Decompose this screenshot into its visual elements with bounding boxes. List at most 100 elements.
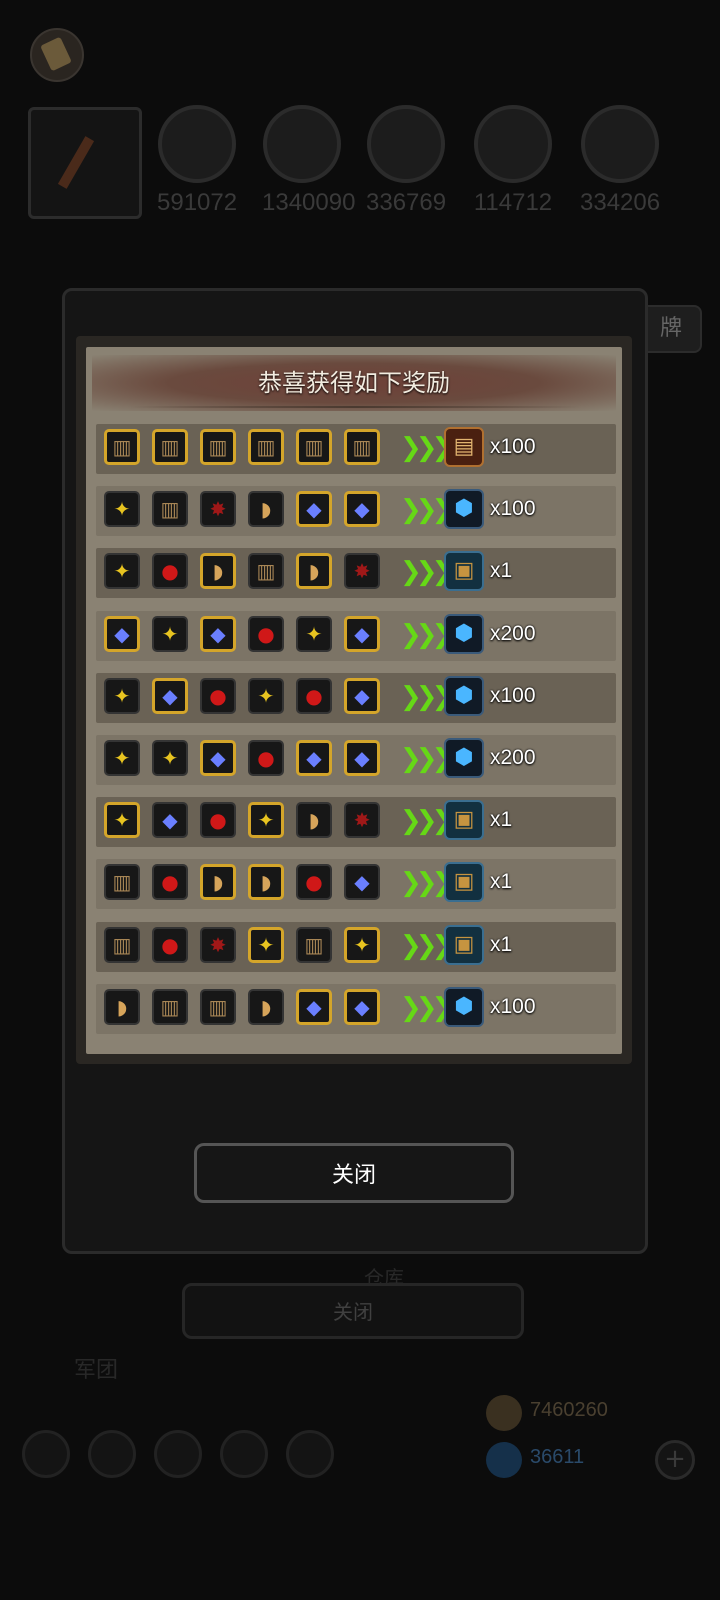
ore-icon: ✦ xyxy=(161,621,179,646)
scroll-reward-slot[interactable]: ▤ xyxy=(444,427,484,467)
ore-slot[interactable]: ✦ xyxy=(104,491,140,528)
ruby-slot[interactable]: ✸ xyxy=(344,802,380,839)
barrel-slot[interactable]: ▥ xyxy=(152,988,188,1025)
barrel-slot[interactable]: ▥ xyxy=(104,429,140,465)
group-label: 军团 xyxy=(74,1358,119,1383)
gem-slot[interactable]: ◆ xyxy=(344,740,380,776)
blood-slot[interactable]: ● xyxy=(248,615,284,652)
ore-slot[interactable]: ✦ xyxy=(152,740,188,776)
crystal-reward-slot[interactable]: ⬢ xyxy=(444,613,484,654)
ore-slot[interactable]: ✦ xyxy=(344,926,380,963)
gem-icon: ◆ xyxy=(354,994,370,1019)
bread-slot[interactable]: ◗ xyxy=(104,988,140,1025)
reward-row: ◗ ▥ ▥ ◗ ◆ ◆ ❯❯❯ ⬢ x100 xyxy=(96,983,616,1034)
ore-slot[interactable]: ✦ xyxy=(248,926,284,963)
scroll-icon[interactable] xyxy=(30,28,84,82)
reward-quantity: x100 xyxy=(490,497,536,521)
gem-slot[interactable]: ◆ xyxy=(344,864,380,901)
bread-slot[interactable]: ◗ xyxy=(200,553,236,590)
resource-count: 114712 xyxy=(473,189,553,216)
barrel-icon: ▥ xyxy=(256,435,276,459)
gem-slot[interactable]: ◆ xyxy=(200,615,236,652)
chevron-right-icon: ❯❯❯ xyxy=(400,681,453,712)
mail-icon[interactable] xyxy=(220,1430,268,1478)
bread-slot[interactable]: ◗ xyxy=(296,553,332,590)
gem-slot[interactable]: ◆ xyxy=(296,740,332,776)
gem-slot[interactable]: ◆ xyxy=(200,740,236,776)
bread-slot[interactable]: ◗ xyxy=(248,491,284,528)
blood-slot[interactable]: ● xyxy=(152,864,188,901)
barrel-slot[interactable]: ▥ xyxy=(152,429,188,465)
blood-icon: ● xyxy=(161,932,179,957)
blood-slot[interactable]: ● xyxy=(152,553,188,590)
gem-slot[interactable]: ◆ xyxy=(296,988,332,1025)
crystal-reward-slot[interactable]: ⬢ xyxy=(444,489,484,530)
chest-reward-slot[interactable]: ▣ xyxy=(444,551,484,592)
resource-wood[interactable]: 1340090 xyxy=(262,105,355,217)
background-close-button[interactable]: 关闭 xyxy=(182,1283,524,1339)
gem-slot[interactable]: ◆ xyxy=(344,615,380,652)
gem-slot[interactable]: ◆ xyxy=(152,802,188,839)
ore-slot[interactable]: ✦ xyxy=(104,677,140,714)
barrel-slot[interactable]: ▥ xyxy=(200,429,236,465)
chest-reward-slot[interactable]: ▣ xyxy=(444,862,484,903)
bread-slot[interactable]: ◗ xyxy=(248,864,284,901)
blood-slot[interactable]: ● xyxy=(200,677,236,714)
ore-slot[interactable]: ✦ xyxy=(104,553,140,590)
guild-icon[interactable] xyxy=(154,1430,202,1478)
ore-slot[interactable]: ✦ xyxy=(152,615,188,652)
barrel-slot[interactable]: ▥ xyxy=(296,429,332,465)
ore-icon: ✦ xyxy=(161,746,179,770)
ruby-slot[interactable]: ✸ xyxy=(200,491,236,528)
reward-quantity: x200 xyxy=(490,746,536,769)
barrel-slot[interactable]: ▥ xyxy=(152,491,188,528)
bread-slot[interactable]: ◗ xyxy=(248,988,284,1025)
resource-iron[interactable]: 336769 xyxy=(366,105,446,217)
chest-reward-slot[interactable]: ▣ xyxy=(444,924,484,965)
hero-icon[interactable] xyxy=(88,1430,136,1478)
bread-slot[interactable]: ◗ xyxy=(296,802,332,839)
crystal-reward-slot[interactable]: ⬢ xyxy=(444,986,484,1027)
chevron-right-icon: ❯❯❯ xyxy=(400,619,453,650)
bread-icon: ◗ xyxy=(308,559,320,584)
gem-slot[interactable]: ◆ xyxy=(344,491,380,528)
ore-slot[interactable]: ✦ xyxy=(104,802,140,839)
gem-slot[interactable]: ◆ xyxy=(152,677,188,714)
chest-reward-slot[interactable]: ▣ xyxy=(444,800,484,841)
bread-slot[interactable]: ◗ xyxy=(200,864,236,901)
resource-crystal[interactable]: 114712 xyxy=(473,105,553,217)
blood-slot[interactable]: ● xyxy=(248,740,284,776)
barrel-slot[interactable]: ▥ xyxy=(200,988,236,1025)
blood-slot[interactable]: ● xyxy=(200,802,236,839)
ore-slot[interactable]: ✦ xyxy=(104,740,140,776)
resource-meat[interactable]: 591072 xyxy=(157,105,237,217)
resource-stone[interactable]: 334206 xyxy=(580,105,660,217)
gem-slot[interactable]: ◆ xyxy=(104,615,140,652)
ore-slot[interactable]: ✦ xyxy=(248,802,284,839)
gem-slot[interactable]: ◆ xyxy=(344,988,380,1025)
settings-icon[interactable] xyxy=(22,1430,70,1478)
side-tab[interactable]: 牌 xyxy=(640,305,702,353)
ruby-slot[interactable]: ✸ xyxy=(200,926,236,963)
gem-slot[interactable]: ◆ xyxy=(344,677,380,714)
barrel-slot[interactable]: ▥ xyxy=(248,429,284,465)
barrel-slot[interactable]: ▥ xyxy=(344,429,380,465)
blood-slot[interactable]: ● xyxy=(296,677,332,714)
ruby-slot[interactable]: ✸ xyxy=(344,553,380,590)
shop-icon[interactable] xyxy=(286,1430,334,1478)
reward-row: ◆ ✦ ◆ ● ✦ ◆ ❯❯❯ ⬢ x200 xyxy=(96,610,616,661)
crystal-reward-slot[interactable]: ⬢ xyxy=(444,738,484,778)
gem-slot[interactable]: ◆ xyxy=(296,491,332,528)
crystal-reward-slot[interactable]: ⬢ xyxy=(444,675,484,716)
close-button[interactable]: 关闭 xyxy=(194,1143,514,1203)
barrel-slot[interactable]: ▥ xyxy=(104,864,140,901)
blood-slot[interactable]: ● xyxy=(296,864,332,901)
blood-slot[interactable]: ● xyxy=(152,926,188,963)
ore-slot[interactable]: ✦ xyxy=(248,677,284,714)
barrel-slot[interactable]: ▥ xyxy=(296,926,332,963)
add-currency-button[interactable]: + xyxy=(655,1440,695,1480)
selected-resource-slot[interactable] xyxy=(28,107,142,219)
barrel-slot[interactable]: ▥ xyxy=(248,553,284,590)
barrel-slot[interactable]: ▥ xyxy=(104,926,140,963)
ore-slot[interactable]: ✦ xyxy=(296,615,332,652)
